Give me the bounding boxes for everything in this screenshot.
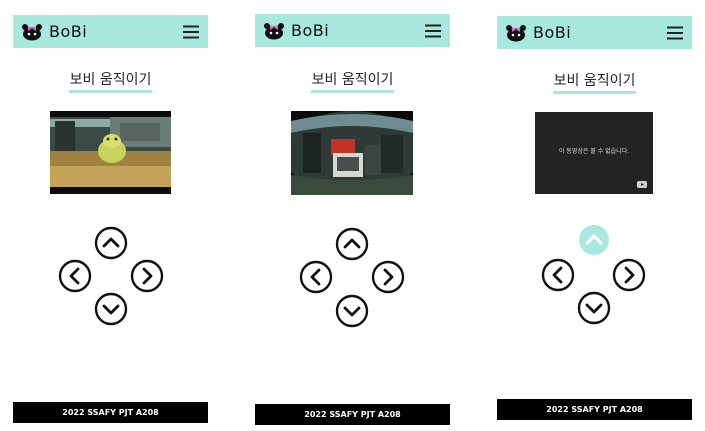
move-up-button[interactable]	[94, 226, 128, 260]
move-left-button[interactable]	[299, 260, 333, 294]
arrow-right-icon	[130, 259, 164, 293]
bobi-logo-icon[interactable]	[505, 23, 527, 43]
move-left-button[interactable]	[58, 259, 92, 293]
page-title: 보비 움직이기	[13, 72, 208, 93]
arrow-right-icon	[612, 258, 646, 292]
move-down-button[interactable]	[335, 294, 369, 328]
video-stream[interactable]	[291, 111, 413, 195]
arrow-left-icon	[58, 259, 92, 293]
hamburger-menu-icon[interactable]	[182, 25, 200, 39]
move-right-button[interactable]	[612, 258, 646, 292]
move-up-button[interactable]	[335, 227, 369, 261]
video-unavailable-message: 이 동영상은 볼 수 없습니다.	[558, 148, 630, 155]
app-footer: 2022 SSAFY PJT A208	[255, 404, 450, 425]
app-header: BoBi	[13, 15, 208, 48]
bobi-logo-icon[interactable]	[263, 21, 285, 41]
mobile-screen-2: BoBi 보비 움직이기 2022 SSAFY PJT A208	[255, 0, 451, 431]
arrow-down-icon	[335, 294, 369, 328]
bobi-logo-icon[interactable]	[21, 22, 43, 42]
mobile-screen-3: BoBi 보비 움직이기 이 동영상은 볼 수 없습니다. 2022 SSAFY…	[497, 0, 693, 431]
arrow-left-icon	[541, 258, 575, 292]
app-footer: 2022 SSAFY PJT A208	[497, 399, 692, 420]
page-title: 보비 움직이기	[497, 73, 692, 94]
arrow-down-icon	[577, 291, 611, 325]
page-title-text: 보비 움직이기	[68, 72, 153, 93]
app-header: BoBi	[497, 16, 692, 49]
hamburger-menu-icon[interactable]	[424, 24, 442, 38]
move-left-button[interactable]	[541, 258, 575, 292]
mobile-screen-1: BoBi 보비 움직이기 2022 SSAFY PJT A208	[13, 0, 209, 431]
app-header: BoBi	[255, 14, 450, 47]
brand-name[interactable]: BoBi	[533, 23, 571, 42]
app-footer: 2022 SSAFY PJT A208	[13, 402, 208, 423]
arrow-left-icon	[299, 260, 333, 294]
move-right-button[interactable]	[371, 260, 405, 294]
move-down-button[interactable]	[94, 292, 128, 326]
video-frame-robot-view	[50, 111, 171, 194]
arrow-up-icon	[94, 226, 128, 260]
page-title-text: 보비 움직이기	[552, 73, 637, 94]
page-title-text: 보비 움직이기	[310, 72, 395, 93]
move-up-button-active[interactable]	[577, 225, 611, 259]
video-stream[interactable]: 이 동영상은 볼 수 없습니다.	[535, 112, 653, 194]
brand-name[interactable]: BoBi	[49, 22, 87, 41]
youtube-icon[interactable]	[637, 181, 647, 188]
arrow-right-icon	[371, 260, 405, 294]
move-down-button[interactable]	[577, 291, 611, 325]
video-frame-fisheye-view	[291, 111, 413, 195]
page-title: 보비 움직이기	[255, 72, 450, 93]
arrow-up-icon	[335, 227, 369, 261]
move-right-button[interactable]	[130, 259, 164, 293]
arrow-up-icon	[579, 225, 609, 255]
brand-name[interactable]: BoBi	[291, 21, 329, 40]
arrow-down-icon	[94, 292, 128, 326]
video-stream[interactable]	[50, 111, 171, 194]
hamburger-menu-icon[interactable]	[666, 26, 684, 40]
